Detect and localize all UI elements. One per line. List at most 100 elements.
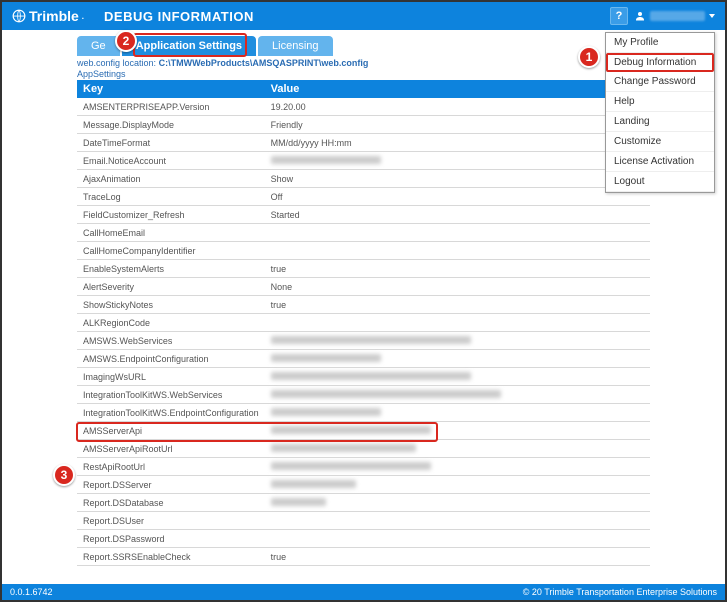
menu-item-customize[interactable]: Customize bbox=[606, 132, 714, 152]
cell-value: true bbox=[265, 548, 650, 566]
menu-item-logout[interactable]: Logout bbox=[606, 172, 714, 192]
table-row: Report.SSRSEnableChecktrue bbox=[77, 548, 650, 566]
footer-bar: 0.0.1.6742 © 20 Trimble Transportation E… bbox=[2, 584, 725, 600]
blurred-value bbox=[271, 444, 416, 452]
table-row: FieldCustomizer_RefreshStarted bbox=[77, 206, 650, 224]
menu-item-license-activation[interactable]: License Activation bbox=[606, 152, 714, 172]
cell-key: AMSServerApiRootUrl bbox=[77, 440, 265, 458]
cell-key: AMSWS.WebServices bbox=[77, 332, 265, 350]
table-row: AMSWS.WebServices bbox=[77, 332, 650, 350]
cell-key: FieldCustomizer_Refresh bbox=[77, 206, 265, 224]
cell-key: CallHomeCompanyIdentifier bbox=[77, 242, 265, 260]
cell-value bbox=[265, 512, 650, 530]
cell-key: RestApiRootUrl bbox=[77, 458, 265, 476]
cell-key: AlertSeverity bbox=[77, 278, 265, 296]
table-row: TraceLogOff bbox=[77, 188, 650, 206]
table-row: Report.DSDatabase bbox=[77, 494, 650, 512]
cell-value bbox=[265, 152, 650, 170]
menu-item-my-profile[interactable]: My Profile bbox=[606, 33, 714, 53]
cell-value: MM/dd/yyyy HH:mm bbox=[265, 134, 650, 152]
cell-key: Report.DSPassword bbox=[77, 530, 265, 548]
table-row: IntegrationToolKitWS.EndpointConfigurati… bbox=[77, 404, 650, 422]
cell-value bbox=[265, 440, 650, 458]
table-row: AMSWS.EndpointConfiguration bbox=[77, 350, 650, 368]
table-row: DateTimeFormatMM/dd/yyyy HH:mm bbox=[77, 134, 650, 152]
blurred-value bbox=[271, 372, 471, 380]
settings-table: Key Value AMSENTERPRISEAPP.Version19.20.… bbox=[77, 80, 650, 566]
table-row: RestApiRootUrl bbox=[77, 458, 650, 476]
table-row: AlertSeverityNone bbox=[77, 278, 650, 296]
cell-value bbox=[265, 350, 650, 368]
cell-value bbox=[265, 368, 650, 386]
blurred-value bbox=[271, 156, 381, 164]
menu-item-landing[interactable]: Landing bbox=[606, 112, 714, 132]
cell-key: Report.DSDatabase bbox=[77, 494, 265, 512]
cell-value: Off bbox=[265, 188, 650, 206]
cell-key: Message.DisplayMode bbox=[77, 116, 265, 134]
table-row: CallHomeCompanyIdentifier bbox=[77, 242, 650, 260]
user-dropdown-trigger[interactable] bbox=[634, 10, 715, 22]
menu-item-help[interactable]: Help bbox=[606, 92, 714, 112]
cell-value: None bbox=[265, 278, 650, 296]
brand-logo: Trimble. bbox=[12, 8, 84, 24]
footer-copyright: © 20 Trimble Transportation Enterprise S… bbox=[523, 587, 717, 597]
callout-1: 1 bbox=[578, 46, 600, 68]
cell-key: Email.NoticeAccount bbox=[77, 152, 265, 170]
table-row: IntegrationToolKitWS.WebServices bbox=[77, 386, 650, 404]
blurred-value bbox=[271, 462, 431, 470]
config-path-value: C:\TMWWebProducts\AMSQASPRINT\web.config bbox=[159, 58, 369, 68]
cell-value bbox=[265, 314, 650, 332]
cell-key: ALKRegionCode bbox=[77, 314, 265, 332]
tab-bar: Ge Application Settings Licensing bbox=[77, 36, 650, 56]
globe-icon bbox=[12, 9, 26, 23]
cell-key: Report.DSUser bbox=[77, 512, 265, 530]
table-row: ALKRegionCode bbox=[77, 314, 650, 332]
cell-key: AMSServerApi bbox=[77, 422, 265, 440]
cell-value: 19.20.00 bbox=[265, 98, 650, 116]
cell-key: CallHomeEmail bbox=[77, 224, 265, 242]
cell-value bbox=[265, 224, 650, 242]
blurred-value bbox=[271, 390, 501, 398]
header-bar: Trimble. DEBUG INFORMATION ? bbox=[2, 2, 725, 30]
callout-2: 2 bbox=[115, 30, 137, 52]
col-key[interactable]: Key bbox=[77, 80, 265, 98]
cell-value: true bbox=[265, 296, 650, 314]
tab-application-settings[interactable]: Application Settings bbox=[122, 36, 256, 56]
cell-value bbox=[265, 458, 650, 476]
chevron-down-icon bbox=[709, 14, 715, 18]
tab-general[interactable]: Ge bbox=[77, 36, 120, 56]
config-path: web.config location: C:\TMWWebProducts\A… bbox=[77, 58, 650, 68]
table-row: Message.DisplayModeFriendly bbox=[77, 116, 650, 134]
table-row: AMSServerApi bbox=[77, 422, 650, 440]
cell-key: ShowStickyNotes bbox=[77, 296, 265, 314]
help-button[interactable]: ? bbox=[610, 7, 628, 25]
cell-key: AMSWS.EndpointConfiguration bbox=[77, 350, 265, 368]
cell-value bbox=[265, 332, 650, 350]
table-row: Report.DSUser bbox=[77, 512, 650, 530]
menu-item-change-password[interactable]: Change Password bbox=[606, 72, 714, 92]
cell-key: DateTimeFormat bbox=[77, 134, 265, 152]
cell-value: Show bbox=[265, 170, 650, 188]
cell-key: AMSENTERPRISEAPP.Version bbox=[77, 98, 265, 116]
table-row: Report.DSServer bbox=[77, 476, 650, 494]
cell-key: Report.SSRSEnableCheck bbox=[77, 548, 265, 566]
config-path-prefix: web.config location: bbox=[77, 58, 156, 68]
table-row: Report.DSPassword bbox=[77, 530, 650, 548]
cell-value bbox=[265, 476, 650, 494]
cell-key: IntegrationToolKitWS.WebServices bbox=[77, 386, 265, 404]
blurred-value bbox=[271, 480, 356, 488]
cell-key: EnableSystemAlerts bbox=[77, 260, 265, 278]
cell-value: true bbox=[265, 260, 650, 278]
table-row: Email.NoticeAccount bbox=[77, 152, 650, 170]
section-label: AppSettings bbox=[77, 69, 650, 79]
tab-licensing[interactable]: Licensing bbox=[258, 36, 332, 56]
user-icon bbox=[634, 10, 646, 22]
cell-key: ImagingWsURL bbox=[77, 368, 265, 386]
table-row: CallHomeEmail bbox=[77, 224, 650, 242]
footer-version: 0.0.1.6742 bbox=[10, 587, 53, 597]
cell-value bbox=[265, 530, 650, 548]
col-value[interactable]: Value bbox=[265, 80, 650, 98]
table-row: ShowStickyNotestrue bbox=[77, 296, 650, 314]
menu-item-debug-information[interactable]: Debug Information bbox=[606, 53, 714, 72]
cell-value bbox=[265, 242, 650, 260]
